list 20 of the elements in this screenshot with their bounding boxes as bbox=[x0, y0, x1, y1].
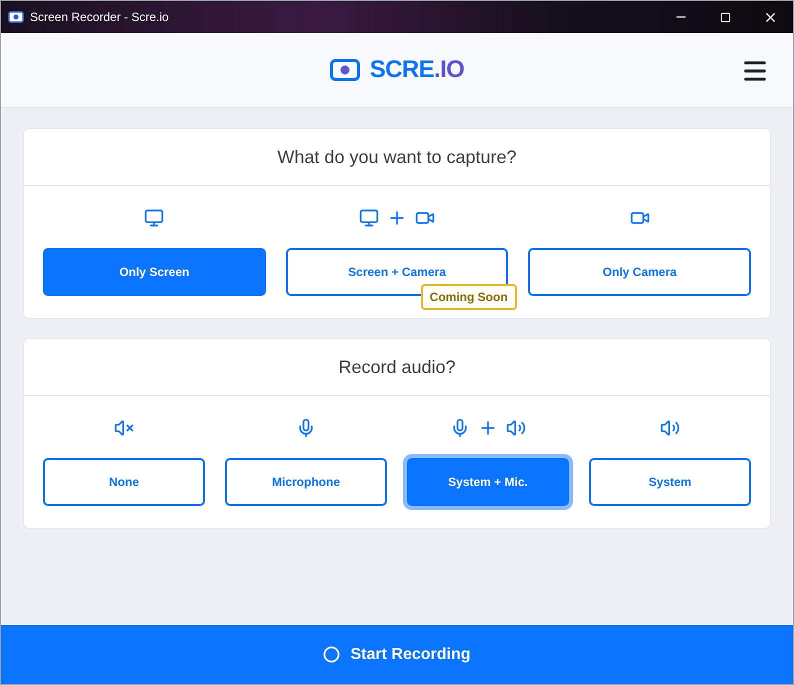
option-button[interactable]: Microphone bbox=[225, 458, 387, 506]
option-button[interactable]: None bbox=[43, 458, 205, 506]
start-recording-button[interactable]: Start Recording bbox=[1, 625, 793, 684]
monitor-icon bbox=[359, 208, 379, 228]
option-button[interactable]: Only Screen bbox=[43, 248, 266, 296]
card-title: What do you want to capture? bbox=[277, 146, 517, 169]
option-button[interactable]: System bbox=[589, 458, 751, 506]
speaker-icon bbox=[506, 418, 526, 438]
logo-icon bbox=[330, 59, 360, 81]
app-icon bbox=[8, 11, 24, 23]
speaker-icon bbox=[660, 418, 680, 438]
coming-soon-badge: Coming Soon bbox=[420, 284, 517, 310]
record-icon bbox=[323, 646, 340, 663]
maximize-icon bbox=[720, 12, 731, 22]
muted-speaker-icon bbox=[114, 418, 134, 438]
monitor-icon bbox=[144, 208, 164, 228]
option-button[interactable]: Only Camera bbox=[528, 248, 752, 296]
card-title: Record audio? bbox=[338, 356, 456, 378]
window-title: Screen Recorder - Scre.io bbox=[30, 9, 169, 26]
logo-text: SCRE.IO bbox=[370, 55, 464, 85]
